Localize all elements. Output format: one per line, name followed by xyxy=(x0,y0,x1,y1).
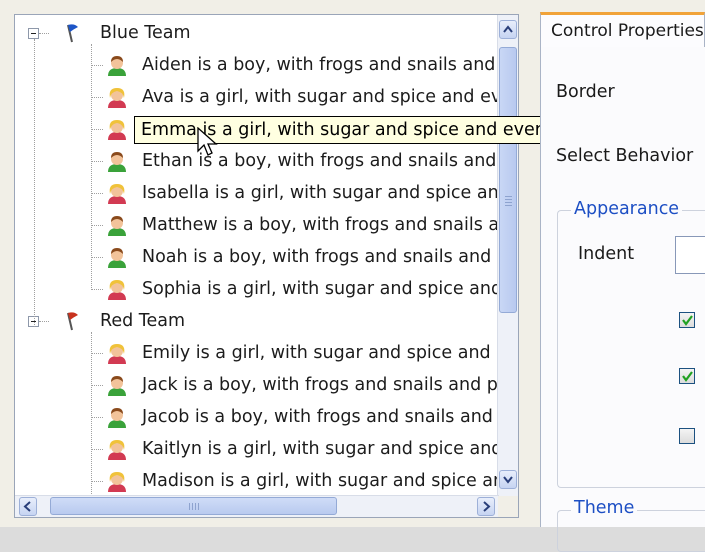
theme-legend: Theme xyxy=(571,498,638,518)
tree-child-node[interactable]: Matthew is a boy, with frogs and snails … xyxy=(15,210,499,240)
tree-connector-line xyxy=(91,44,92,290)
chevron-up-icon xyxy=(503,25,513,33)
tree-child-label: Ava is a girl, with sugar and spice and … xyxy=(142,87,499,107)
scroll-down-button[interactable] xyxy=(499,470,517,489)
checkmark-icon xyxy=(682,371,693,382)
tree-child-label: Jack is a boy, with frogs and snails and… xyxy=(142,375,499,395)
tree-child-node[interactable]: Kaitlyn is a girl, with sugar and spice … xyxy=(15,434,499,464)
window: Blue Team Aiden is a boy, with frogs and … xyxy=(0,0,705,552)
tree-group-label: Red Team xyxy=(100,311,186,331)
tree-group-label: Blue Team xyxy=(100,23,191,43)
tree-viewport: Blue Team Aiden is a boy, with frogs and … xyxy=(15,15,499,497)
tree-child-node[interactable]: Jack is a boy, with frogs and snails and… xyxy=(15,370,499,400)
tree-child-label: Matthew is a boy, with frogs and snails … xyxy=(142,215,499,235)
tree-group-node[interactable]: Blue Team xyxy=(15,18,499,48)
properties-panel: Control Properties Border Select Behavio… xyxy=(530,0,705,552)
tree-child-label: Jacob is a boy, with frogs and snails an… xyxy=(142,407,499,427)
red-flag-icon xyxy=(67,312,78,331)
mouse-cursor-icon xyxy=(197,127,218,156)
tree-child-node[interactable]: Jacob is a boy, with frogs and snails an… xyxy=(15,402,499,432)
tree-group-node[interactable]: Red Team xyxy=(15,306,499,336)
tree-child-node[interactable]: Aiden is a boy, with frogs and snails an… xyxy=(15,50,499,80)
tree-child-node[interactable]: Noah is a boy, with frogs and snails and… xyxy=(15,242,499,272)
tree-child-node[interactable]: Madison is a girl, with sugar and spice … xyxy=(15,466,499,496)
tab-label: Control Properties xyxy=(551,21,704,41)
tree-child-label: Aiden is a boy, with frogs and snails an… xyxy=(142,55,499,75)
checkbox-1[interactable] xyxy=(679,312,695,328)
tree-child-node[interactable]: Isabella is a girl, with sugar and spice… xyxy=(15,178,499,208)
tree-root-connector xyxy=(34,39,35,327)
tree-child-label: Noah is a boy, with frogs and snails and… xyxy=(142,247,499,267)
blue-flag-icon xyxy=(67,24,78,43)
vertical-scrollbar[interactable] xyxy=(497,15,518,497)
border-label: Border xyxy=(556,82,615,102)
tree-child-label: Sophia is a girl, with sugar and spice a… xyxy=(142,279,499,299)
chevron-right-icon xyxy=(483,501,491,512)
appearance-legend: Appearance xyxy=(571,199,683,219)
tree-child-label: Kaitlyn is a girl, with sugar and spice … xyxy=(142,439,499,459)
checkbox-2[interactable] xyxy=(679,368,695,384)
vertical-scroll-thumb[interactable] xyxy=(499,47,517,313)
checkbox-3[interactable] xyxy=(679,428,695,444)
boy-person-icon xyxy=(108,152,126,172)
boy-person-icon xyxy=(108,56,126,76)
tree-connector-line xyxy=(91,332,92,497)
chevron-left-icon xyxy=(23,501,31,512)
collapse-toggle-icon[interactable] xyxy=(28,28,39,39)
scroll-up-button[interactable] xyxy=(499,20,517,39)
tree-child-label: Ethan is a boy, with frogs and snails an… xyxy=(142,151,499,171)
boy-person-icon xyxy=(108,216,126,236)
boy-person-icon xyxy=(108,376,126,396)
horizontal-scrollbar[interactable] xyxy=(15,495,499,517)
boy-person-icon xyxy=(108,248,126,268)
girl-person-icon xyxy=(108,280,126,300)
girl-person-icon xyxy=(108,440,126,460)
girl-person-icon xyxy=(108,88,126,108)
tree-child-node[interactable]: Emily is a girl, with sugar and spice an… xyxy=(15,338,499,368)
tab-control-properties[interactable]: Control Properties xyxy=(540,12,705,48)
scroll-right-button[interactable] xyxy=(477,497,495,516)
select-behavior-label: Select Behavior xyxy=(556,146,694,166)
checkmark-icon xyxy=(682,315,693,326)
girl-person-icon xyxy=(108,344,126,364)
tree-child-label: Emily is a girl, with sugar and spice an… xyxy=(142,343,499,363)
tree-child-node[interactable]: Ava is a girl, with sugar and spice and … xyxy=(15,82,499,112)
scrollbar-corner xyxy=(498,496,518,517)
tree-child-label: Isabella is a girl, with sugar and spice… xyxy=(142,183,499,203)
chevron-down-icon xyxy=(503,476,513,484)
indent-label: Indent xyxy=(578,244,635,264)
tree-child-node[interactable]: Sophia is a girl, with sugar and spice a… xyxy=(15,274,499,304)
scroll-left-button[interactable] xyxy=(19,497,37,516)
girl-person-icon xyxy=(108,120,126,140)
boy-person-icon xyxy=(108,408,126,428)
tree-child-node[interactable]: Ethan is a boy, with frogs and snails an… xyxy=(15,146,499,176)
indent-input[interactable] xyxy=(675,236,705,274)
tree-child-label: Madison is a girl, with sugar and spice … xyxy=(142,471,499,491)
horizontal-scroll-thumb[interactable] xyxy=(50,497,337,515)
girl-person-icon xyxy=(108,184,126,204)
tree-view[interactable]: Blue Team Aiden is a boy, with frogs and … xyxy=(14,14,519,518)
girl-person-icon xyxy=(108,472,126,492)
